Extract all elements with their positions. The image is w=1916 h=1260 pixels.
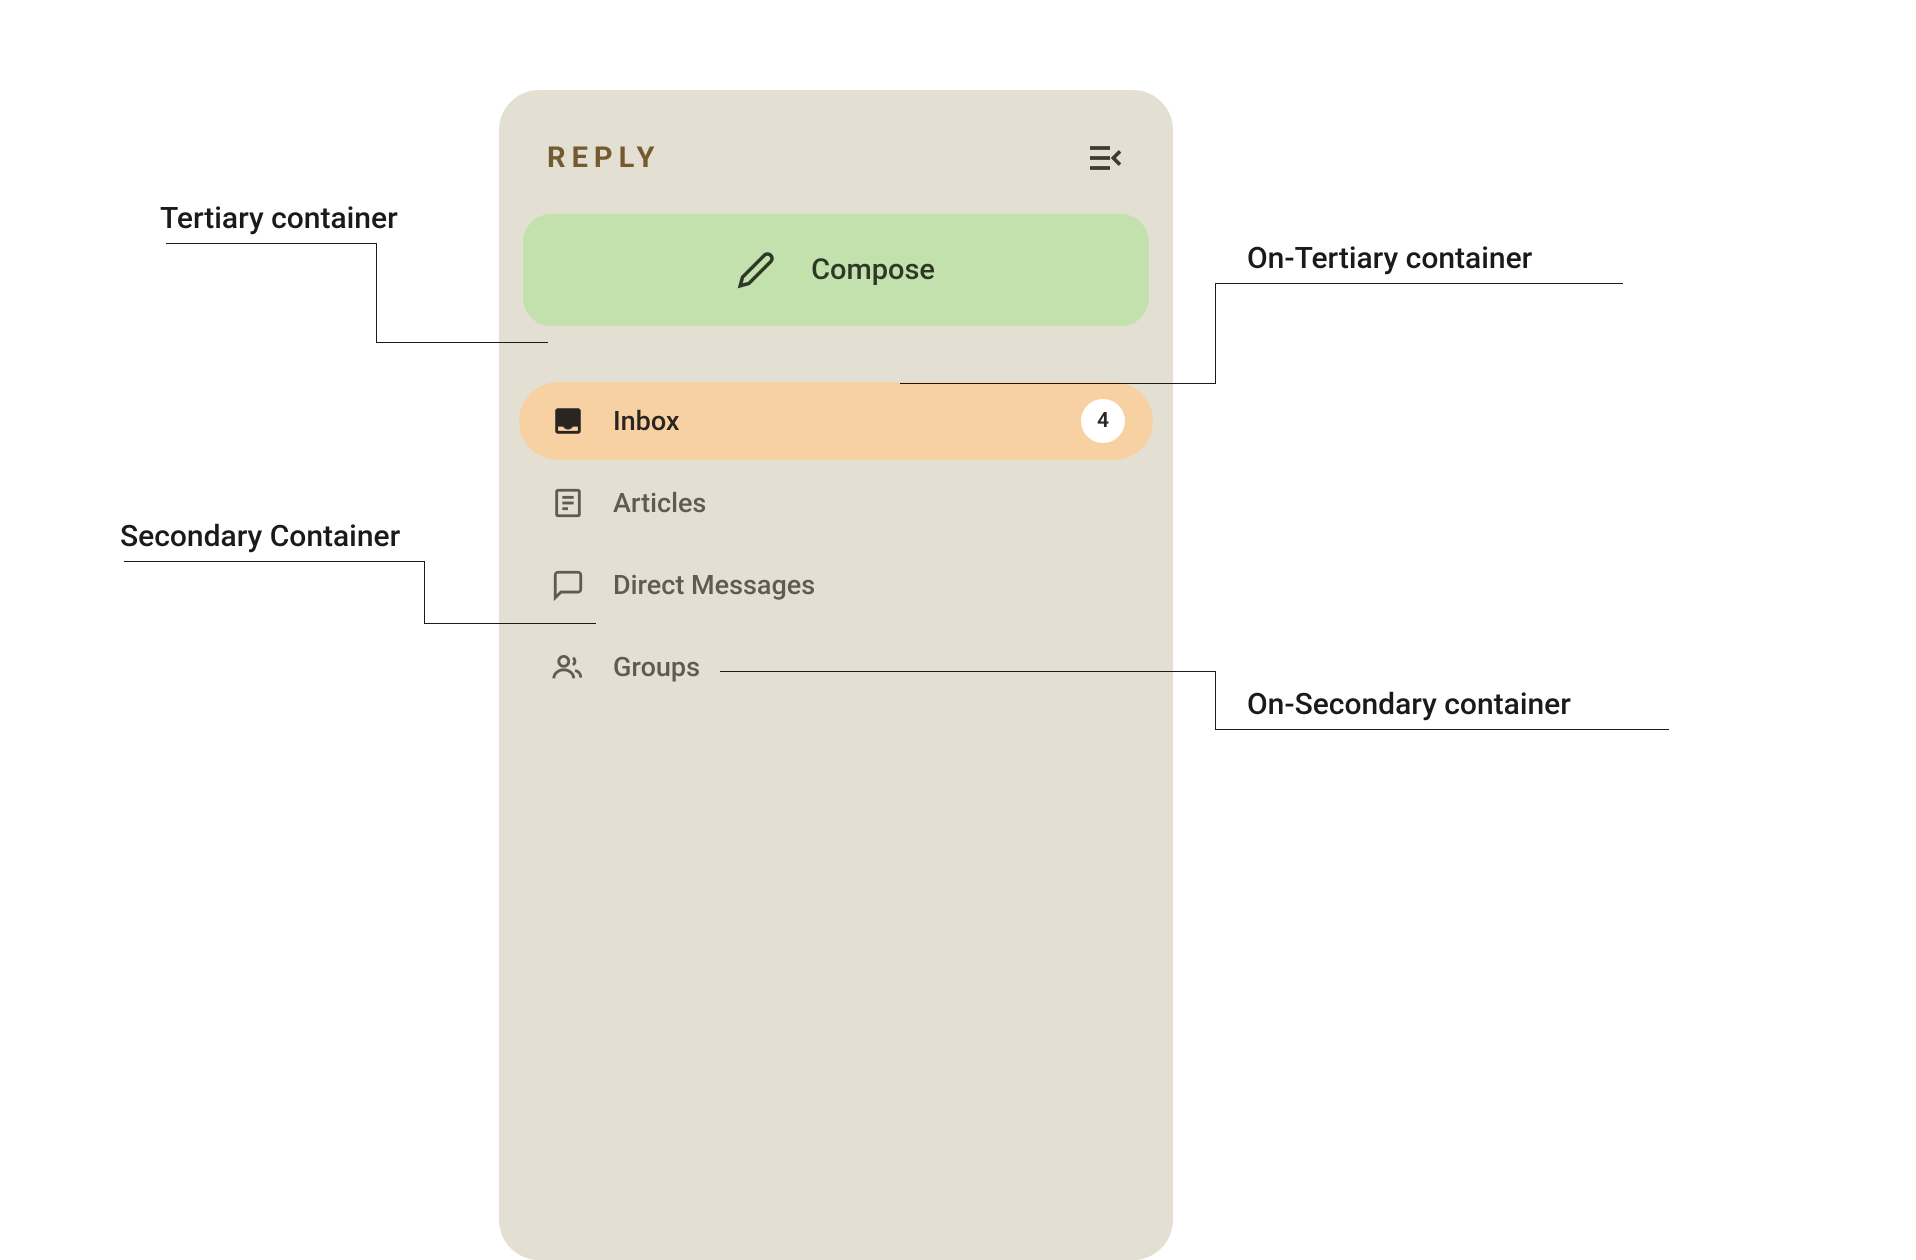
annotation-line [1215, 729, 1669, 730]
nav-label-inbox: Inbox [613, 405, 679, 437]
annotation-line [124, 561, 424, 562]
annotation-secondary: Secondary Container [120, 519, 400, 554]
compose-label: Compose [811, 253, 935, 287]
nav-item-direct-messages[interactable]: Direct Messages [519, 546, 1153, 624]
annotation-tertiary: Tertiary container [160, 201, 398, 236]
annotation-line [376, 342, 548, 343]
nav-item-articles[interactable]: Articles [519, 464, 1153, 542]
annotation-line [424, 623, 596, 624]
annotation-line [376, 243, 377, 342]
annotation-line [1215, 671, 1216, 730]
nav-label-articles: Articles [613, 487, 706, 519]
annotation-line [1215, 283, 1623, 284]
annotation-on-secondary: On-Secondary container [1247, 687, 1571, 722]
nav-item-groups[interactable]: Groups [519, 628, 1153, 706]
inbox-icon [551, 404, 585, 438]
nav-label-groups: Groups [613, 651, 700, 683]
annotation-line [166, 243, 376, 244]
article-icon [551, 486, 585, 520]
annotation-line [1215, 283, 1216, 383]
groups-icon [551, 650, 585, 684]
menu-close-button[interactable] [1085, 138, 1125, 178]
pencil-icon [737, 251, 775, 289]
annotation-line [900, 383, 1216, 384]
compose-button[interactable]: Compose [523, 214, 1149, 326]
drawer-header: REPLY [519, 118, 1153, 214]
navigation-drawer: REPLY Compose Inbox 4 Articles [499, 90, 1173, 1260]
annotation-on-tertiary: On-Tertiary container [1247, 241, 1532, 276]
menu-close-icon [1085, 138, 1125, 178]
nav-item-inbox[interactable]: Inbox 4 [519, 382, 1153, 460]
annotation-line [720, 671, 1216, 672]
chat-icon [551, 568, 585, 602]
inbox-badge: 4 [1081, 399, 1125, 443]
brand-title: REPLY [547, 141, 660, 175]
annotation-line [424, 561, 425, 623]
nav-label-dm: Direct Messages [613, 569, 815, 601]
